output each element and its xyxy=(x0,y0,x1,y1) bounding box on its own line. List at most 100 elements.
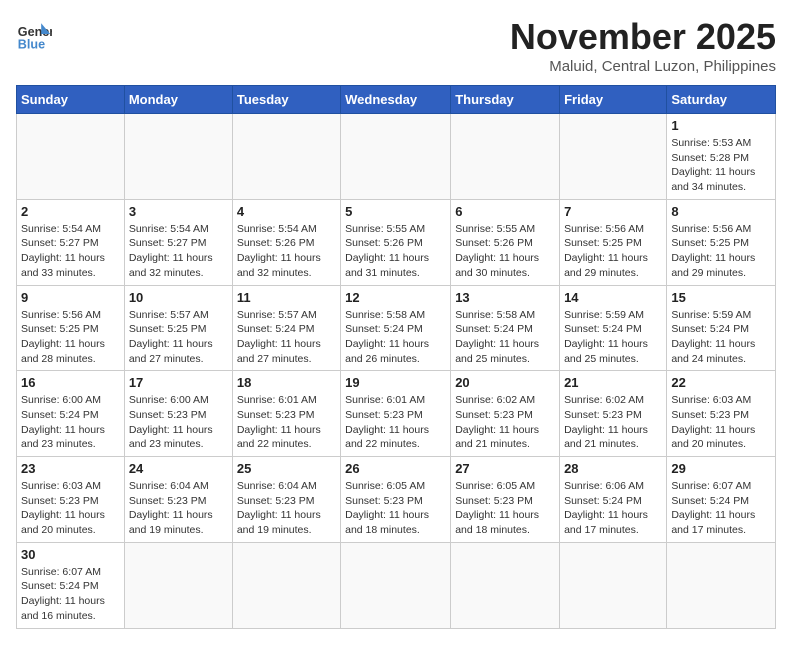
day-number: 15 xyxy=(671,290,771,305)
day-cell xyxy=(341,542,451,628)
week-row-5: 30 Sunrise: 6:07 AM Sunset: 5:24 PM Dayli… xyxy=(17,542,776,628)
weekday-header-thursday: Thursday xyxy=(451,86,560,114)
day-number: 2 xyxy=(21,204,120,219)
day-number: 23 xyxy=(21,461,120,476)
day-info: Sunrise: 5:53 AM Sunset: 5:28 PM Dayligh… xyxy=(671,136,771,195)
day-cell: 25Sunrise: 6:04 AM Sunset: 5:23 PM Dayli… xyxy=(232,457,340,543)
day-info: Sunrise: 5:56 AM Sunset: 5:25 PM Dayligh… xyxy=(21,308,120,367)
day-cell: 7 Sunrise: 5:56 AM Sunset: 5:25 PM Daylig… xyxy=(560,199,667,285)
logo: General Blue xyxy=(16,16,52,52)
day-number: 27 xyxy=(455,461,555,476)
day-info: Sunrise: 5:57 AM Sunset: 5:25 PM Dayligh… xyxy=(129,308,228,367)
weekday-header-wednesday: Wednesday xyxy=(341,86,451,114)
day-info: Sunrise: 6:04 AM Sunset: 5:23 PM Dayligh… xyxy=(237,479,336,538)
week-row-0: 1 Sunrise: 5:53 AM Sunset: 5:28 PM Daylig… xyxy=(17,114,776,200)
logo-icon: General Blue xyxy=(16,16,52,52)
weekday-header-friday: Friday xyxy=(560,86,667,114)
day-number: 29 xyxy=(671,461,771,476)
day-info: Sunrise: 5:54 AM Sunset: 5:27 PM Dayligh… xyxy=(129,222,228,281)
svg-text:Blue: Blue xyxy=(18,37,45,51)
day-cell: 9 Sunrise: 5:56 AM Sunset: 5:25 PM Daylig… xyxy=(17,285,125,371)
day-cell: 27 Sunrise: 6:05 AM Sunset: 5:23 PM Dayli… xyxy=(451,457,560,543)
weekday-header-tuesday: Tuesday xyxy=(232,86,340,114)
day-number: 12 xyxy=(345,290,446,305)
day-info: Sunrise: 6:06 AM Sunset: 5:24 PM Dayligh… xyxy=(564,479,662,538)
day-info: Sunrise: 5:56 AM Sunset: 5:25 PM Dayligh… xyxy=(671,222,771,281)
day-number: 17 xyxy=(129,375,228,390)
header: General Blue November 2025 Maluid, Centr… xyxy=(16,16,776,75)
day-info: Sunrise: 5:58 AM Sunset: 5:24 PM Dayligh… xyxy=(455,308,555,367)
week-row-1: 2 Sunrise: 5:54 AM Sunset: 5:27 PM Daylig… xyxy=(17,199,776,285)
week-row-3: 16Sunrise: 6:00 AM Sunset: 5:24 PM Dayli… xyxy=(17,371,776,457)
day-cell: 17 Sunrise: 6:00 AM Sunset: 5:23 PM Dayli… xyxy=(124,371,232,457)
day-number: 30 xyxy=(21,547,120,562)
day-info: Sunrise: 5:55 AM Sunset: 5:26 PM Dayligh… xyxy=(455,222,555,281)
day-cell xyxy=(451,542,560,628)
day-cell: 11 Sunrise: 5:57 AM Sunset: 5:24 PM Dayli… xyxy=(232,285,340,371)
day-cell: 18 Sunrise: 6:01 AM Sunset: 5:23 PM Dayli… xyxy=(232,371,340,457)
day-info: Sunrise: 6:05 AM Sunset: 5:23 PM Dayligh… xyxy=(345,479,446,538)
day-info: Sunrise: 5:54 AM Sunset: 5:26 PM Dayligh… xyxy=(237,222,336,281)
calendar-title: November 2025 xyxy=(510,16,776,58)
day-info: Sunrise: 6:01 AM Sunset: 5:23 PM Dayligh… xyxy=(237,393,336,452)
day-number: 4 xyxy=(237,204,336,219)
day-cell xyxy=(451,114,560,200)
day-number: 5 xyxy=(345,204,446,219)
day-number: 20 xyxy=(455,375,555,390)
day-number: 13 xyxy=(455,290,555,305)
day-number: 18 xyxy=(237,375,336,390)
day-info: Sunrise: 6:03 AM Sunset: 5:23 PM Dayligh… xyxy=(21,479,120,538)
day-cell: 30 Sunrise: 6:07 AM Sunset: 5:24 PM Dayli… xyxy=(17,542,125,628)
day-info: Sunrise: 6:07 AM Sunset: 5:24 PM Dayligh… xyxy=(21,565,120,624)
day-info: Sunrise: 6:07 AM Sunset: 5:24 PM Dayligh… xyxy=(671,479,771,538)
day-cell: 6 Sunrise: 5:55 AM Sunset: 5:26 PM Daylig… xyxy=(451,199,560,285)
day-cell: 8 Sunrise: 5:56 AM Sunset: 5:25 PM Daylig… xyxy=(667,199,776,285)
day-number: 7 xyxy=(564,204,662,219)
day-cell: 22Sunrise: 6:03 AM Sunset: 5:23 PM Dayli… xyxy=(667,371,776,457)
day-info: Sunrise: 5:59 AM Sunset: 5:24 PM Dayligh… xyxy=(564,308,662,367)
day-number: 28 xyxy=(564,461,662,476)
day-number: 3 xyxy=(129,204,228,219)
weekday-header-row: SundayMondayTuesdayWednesdayThursdayFrid… xyxy=(17,86,776,114)
day-number: 14 xyxy=(564,290,662,305)
day-cell: 28 Sunrise: 6:06 AM Sunset: 5:24 PM Dayli… xyxy=(560,457,667,543)
day-cell: 1 Sunrise: 5:53 AM Sunset: 5:28 PM Daylig… xyxy=(667,114,776,200)
day-number: 6 xyxy=(455,204,555,219)
day-info: Sunrise: 6:02 AM Sunset: 5:23 PM Dayligh… xyxy=(455,393,555,452)
day-number: 8 xyxy=(671,204,771,219)
day-cell xyxy=(560,542,667,628)
day-cell xyxy=(124,114,232,200)
calendar-table: SundayMondayTuesdayWednesdayThursdayFrid… xyxy=(16,85,776,629)
title-section: November 2025 Maluid, Central Luzon, Phi… xyxy=(510,16,776,75)
weekday-header-saturday: Saturday xyxy=(667,86,776,114)
day-number: 1 xyxy=(671,118,771,133)
day-cell: 12Sunrise: 5:58 AM Sunset: 5:24 PM Dayli… xyxy=(341,285,451,371)
day-number: 22 xyxy=(671,375,771,390)
day-cell xyxy=(17,114,125,200)
day-info: Sunrise: 6:02 AM Sunset: 5:23 PM Dayligh… xyxy=(564,393,662,452)
day-number: 19 xyxy=(345,375,446,390)
day-cell: 20 Sunrise: 6:02 AM Sunset: 5:23 PM Dayli… xyxy=(451,371,560,457)
day-info: Sunrise: 5:56 AM Sunset: 5:25 PM Dayligh… xyxy=(564,222,662,281)
weekday-header-sunday: Sunday xyxy=(17,86,125,114)
day-info: Sunrise: 5:54 AM Sunset: 5:27 PM Dayligh… xyxy=(21,222,120,281)
page-container: General Blue November 2025 Maluid, Centr… xyxy=(16,16,776,629)
day-cell: 15 Sunrise: 5:59 AM Sunset: 5:24 PM Dayli… xyxy=(667,285,776,371)
day-info: Sunrise: 6:04 AM Sunset: 5:23 PM Dayligh… xyxy=(129,479,228,538)
day-number: 16 xyxy=(21,375,120,390)
day-number: 26 xyxy=(345,461,446,476)
week-row-4: 23 Sunrise: 6:03 AM Sunset: 5:23 PM Dayli… xyxy=(17,457,776,543)
day-cell: 10 Sunrise: 5:57 AM Sunset: 5:25 PM Dayli… xyxy=(124,285,232,371)
day-number: 11 xyxy=(237,290,336,305)
day-info: Sunrise: 6:05 AM Sunset: 5:23 PM Dayligh… xyxy=(455,479,555,538)
day-number: 9 xyxy=(21,290,120,305)
day-info: Sunrise: 6:00 AM Sunset: 5:23 PM Dayligh… xyxy=(129,393,228,452)
day-cell: 16Sunrise: 6:00 AM Sunset: 5:24 PM Dayli… xyxy=(17,371,125,457)
day-number: 10 xyxy=(129,290,228,305)
day-cell: 13 Sunrise: 5:58 AM Sunset: 5:24 PM Dayli… xyxy=(451,285,560,371)
day-cell: 3 Sunrise: 5:54 AM Sunset: 5:27 PM Daylig… xyxy=(124,199,232,285)
day-info: Sunrise: 5:57 AM Sunset: 5:24 PM Dayligh… xyxy=(237,308,336,367)
day-cell xyxy=(667,542,776,628)
day-info: Sunrise: 5:59 AM Sunset: 5:24 PM Dayligh… xyxy=(671,308,771,367)
weekday-header-monday: Monday xyxy=(124,86,232,114)
